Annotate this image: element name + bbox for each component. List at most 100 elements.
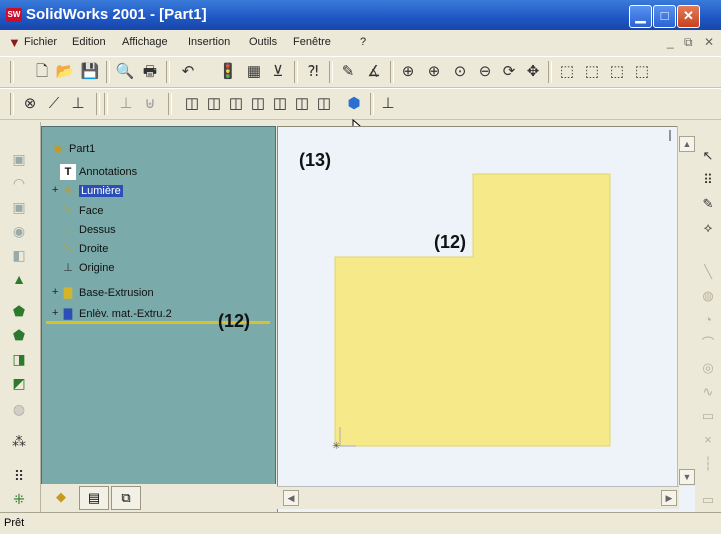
isometric-view-icon[interactable]: ⬢	[344, 94, 364, 114]
hidden-lines-icon[interactable]: ⬚	[582, 62, 602, 82]
menu-edition[interactable]: Edition	[72, 36, 106, 48]
tree-item-dessus[interactable]: ⟍ Dessus	[60, 222, 116, 238]
horizontal-scrollbar[interactable]: ◀ ▶	[277, 486, 679, 509]
smart-dimension-icon[interactable]: ∡	[364, 62, 384, 82]
document-icon[interactable]: ▼	[8, 35, 21, 50]
axis-icon[interactable]: ⊥	[68, 94, 88, 114]
zoom-in-out-icon[interactable]: ⊙	[450, 62, 470, 82]
expand-lumiere-icon[interactable]: +	[52, 184, 58, 196]
scroll-right-button[interactable]: ▶	[661, 490, 677, 506]
menu-fichier[interactable]: Fichier	[24, 36, 57, 48]
options-icon[interactable]: ▦	[244, 62, 264, 82]
draft-icon[interactable]: ◩	[10, 374, 28, 392]
pattern-icon[interactable]: ⠿	[10, 467, 28, 485]
rectangle-tool-icon[interactable]: ▭	[700, 408, 716, 424]
extrude-boss-icon[interactable]: ▣	[10, 150, 28, 168]
tree-item-base-extrusion[interactable]: ▇ Base-Extrusion	[60, 285, 154, 301]
title-bar[interactable]: SW SolidWorks 2001 - [Part1] ▁ □ ✕	[0, 0, 721, 30]
centerline-tool-icon[interactable]: ┆	[700, 456, 716, 472]
select-filter-icon[interactable]: ⊗	[20, 94, 40, 114]
point-tool-icon[interactable]: ×	[700, 432, 716, 448]
tree-item-origine[interactable]: ⊥ Origine	[60, 260, 114, 276]
sketch-pencil-icon[interactable]: ✎	[700, 196, 716, 212]
reference-geometry-icon[interactable]: ⁜	[10, 490, 28, 508]
tree-item-annotations[interactable]: T Annotations	[60, 164, 137, 180]
rotate-icon[interactable]: ⟳	[499, 62, 519, 82]
revolve-icon[interactable]: ◠	[10, 174, 28, 192]
part-view[interactable]: ✳	[278, 127, 676, 485]
doc-restore-button[interactable]: ⧉	[684, 35, 693, 50]
line-tool-icon[interactable]: ╲	[700, 264, 716, 280]
tree-item-face[interactable]: ⟍ Face	[60, 203, 103, 219]
pan-icon[interactable]: ✥	[523, 62, 543, 82]
vertical-scrollbar[interactable]: ▲ ▼	[677, 126, 695, 486]
minimize-button[interactable]: ▁	[629, 5, 652, 28]
open-icon[interactable]: 📂	[55, 62, 75, 82]
doc-close-button[interactable]: ✕	[704, 35, 714, 49]
loft-icon[interactable]: ◉	[10, 222, 28, 240]
feature-manager-tab[interactable]: ◆	[47, 486, 75, 508]
doc-minimize-button[interactable]: _	[667, 35, 674, 49]
3-point-arc-icon[interactable]: ◎	[700, 360, 716, 376]
tree-root[interactable]: ◆ Part1	[50, 141, 96, 157]
tree-item-lumiere[interactable]: ☀ Lumière	[60, 183, 123, 199]
configuration-manager-tab[interactable]: ⧉	[111, 486, 141, 510]
shell-icon[interactable]: ⬟	[10, 326, 28, 344]
grid-icon[interactable]: ⊎	[140, 94, 160, 114]
line-icon[interactable]: ⟋	[44, 94, 64, 114]
menu-affichage[interactable]: Affichage	[122, 36, 168, 48]
menu-fenetre[interactable]: Fenêtre	[293, 36, 331, 48]
maximize-button[interactable]: □	[653, 5, 676, 28]
front-view-icon[interactable]: ◫	[182, 94, 202, 114]
save-icon[interactable]: 💾	[80, 62, 100, 82]
chamfer-icon[interactable]: ⬟	[10, 302, 28, 320]
undo-icon[interactable]: ↶	[178, 62, 198, 82]
expand-cut-extrude-icon[interactable]: +	[52, 307, 58, 319]
tangent-arc-icon[interactable]: ⌒	[700, 336, 716, 352]
scroll-left-button[interactable]: ◀	[283, 490, 299, 506]
select-arrow-icon[interactable]: ↖	[700, 148, 716, 164]
filter-icon[interactable]: ⊻	[268, 62, 288, 82]
rib-icon[interactable]: ◨	[10, 350, 28, 368]
print-icon[interactable]: 🖶	[140, 62, 160, 82]
help-icon[interactable]: ⁈	[303, 62, 323, 82]
mirror-tool-icon[interactable]: ▭	[700, 492, 716, 508]
shaded-icon[interactable]: ⬚	[632, 62, 652, 82]
left-view-icon[interactable]: ◫	[226, 94, 246, 114]
arc-tool-icon[interactable]: ◔	[700, 312, 716, 328]
sketch-icon[interactable]: ✎	[338, 62, 358, 82]
hole-icon[interactable]: ◍	[10, 400, 28, 418]
smart-dimension-icon[interactable]: ⟡	[700, 220, 716, 236]
hidden-removed-icon[interactable]: ⬚	[607, 62, 627, 82]
cut-extrude-icon[interactable]: ◧	[10, 246, 28, 264]
fillet-icon[interactable]: ▲	[10, 270, 28, 288]
plane-icon[interactable]: ⊥	[116, 94, 136, 114]
zoom-selection-icon[interactable]: ⊖	[475, 62, 495, 82]
bottom-view-icon[interactable]: ◫	[292, 94, 312, 114]
scroll-up-button[interactable]: ▲	[679, 136, 695, 152]
wireframe-icon[interactable]: ⬚	[557, 62, 577, 82]
property-manager-tab[interactable]: ▤	[79, 486, 109, 510]
scroll-down-button[interactable]: ▼	[679, 469, 695, 485]
zoom-fit-icon[interactable]: ⊕	[398, 62, 418, 82]
spline-tool-icon[interactable]: ∿	[700, 384, 716, 400]
circle-tool-icon[interactable]: ◍	[700, 288, 716, 304]
mirror-icon[interactable]: ⁂	[10, 432, 28, 450]
back-view-icon[interactable]: ◫	[204, 94, 224, 114]
top-view-icon[interactable]: ◫	[270, 94, 290, 114]
print-preview-icon[interactable]: 🔍	[115, 62, 135, 82]
normal-view-icon[interactable]: ◫	[314, 94, 334, 114]
grid-icon[interactable]: ⠿	[700, 172, 716, 188]
menu-help[interactable]: ?	[360, 36, 366, 48]
menu-insertion[interactable]: Insertion	[188, 36, 230, 48]
menu-outils[interactable]: Outils	[249, 36, 277, 48]
right-view-icon[interactable]: ◫	[248, 94, 268, 114]
close-button[interactable]: ✕	[677, 5, 700, 28]
expand-base-extrusion-icon[interactable]: +	[52, 286, 58, 298]
normal-to-icon[interactable]: ⊥	[378, 94, 398, 114]
new-icon[interactable]: 🗋	[32, 62, 52, 82]
tree-item-cut-extrude[interactable]: ▇ Enlèv. mat.-Extru.2	[60, 306, 172, 322]
zoom-area-icon[interactable]: ⊕	[424, 62, 444, 82]
tree-item-droite[interactable]: ⟍ Droite	[60, 241, 108, 257]
rebuild-icon[interactable]: 🚦	[218, 62, 238, 82]
